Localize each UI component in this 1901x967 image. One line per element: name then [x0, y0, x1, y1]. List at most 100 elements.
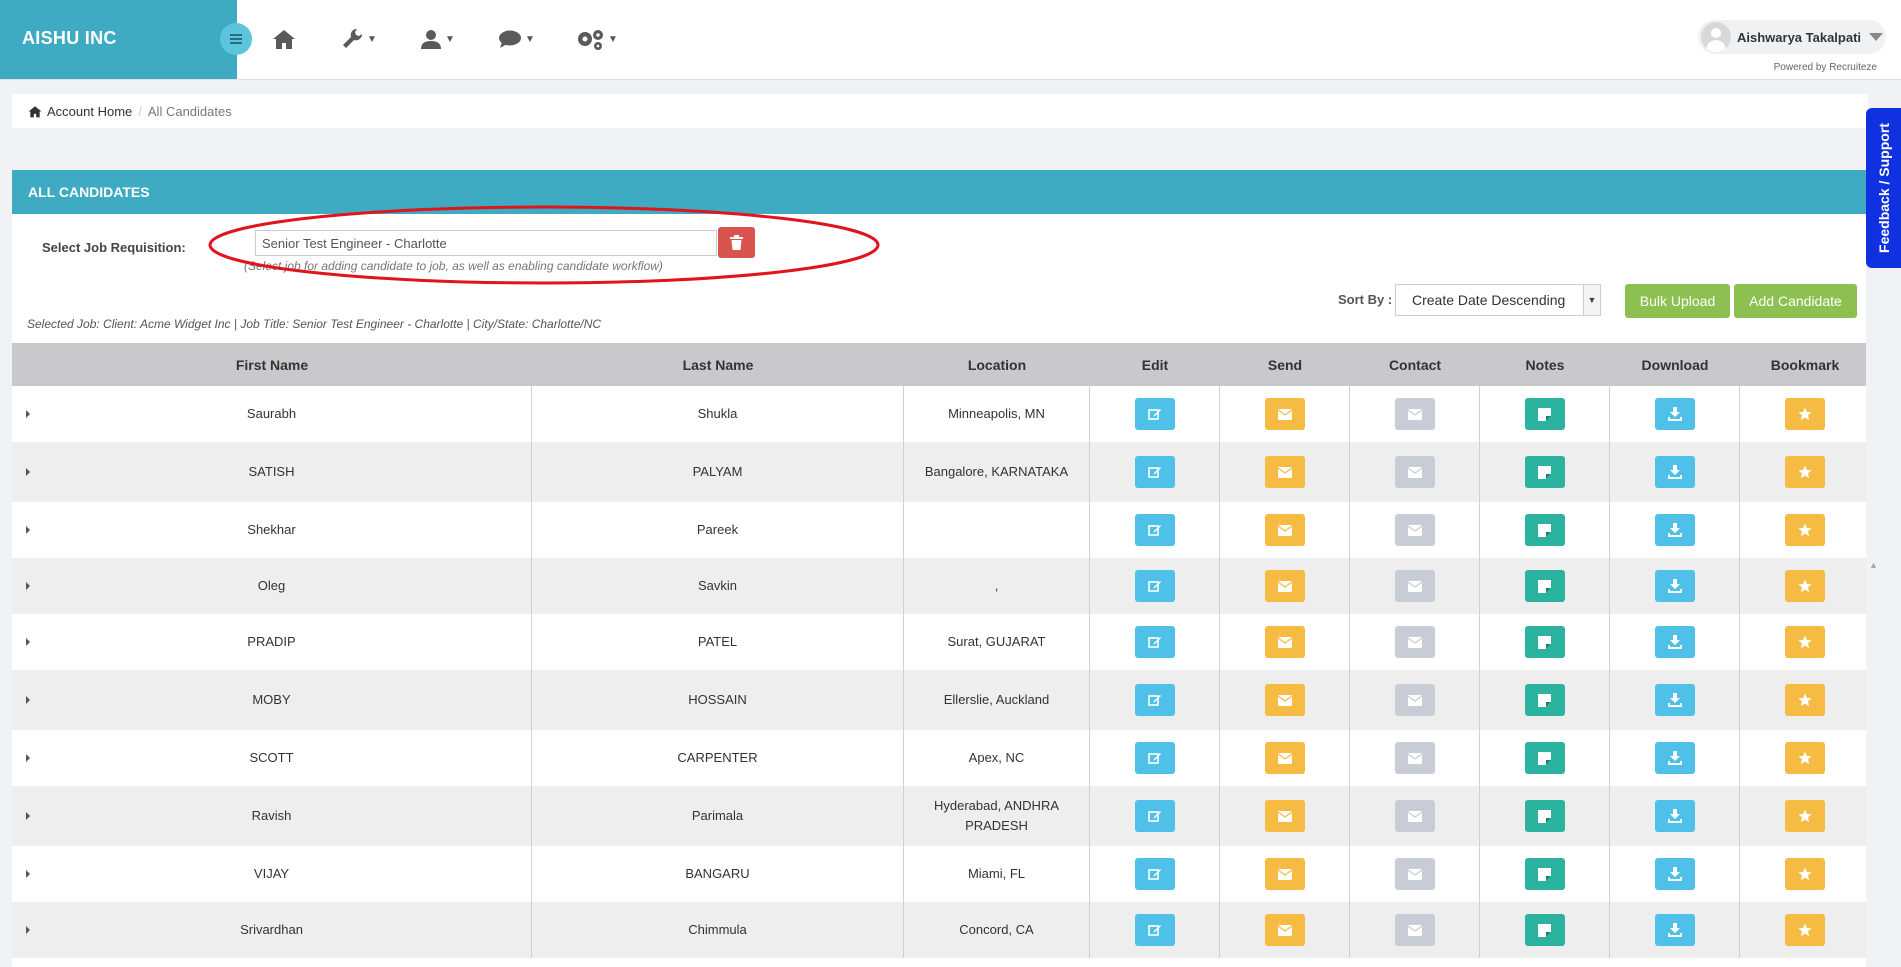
send-button[interactable]: [1264, 800, 1305, 832]
send-button[interactable]: [1264, 398, 1305, 430]
contact-button[interactable]: [1394, 684, 1435, 716]
notes-button[interactable]: [1524, 570, 1565, 602]
cell-download: [1610, 902, 1740, 958]
user-menu[interactable]: Aishwarya Takalpati: [1698, 20, 1886, 54]
bookmark-button[interactable]: [1785, 626, 1825, 658]
notes-button[interactable]: [1524, 914, 1565, 946]
download-button[interactable]: [1654, 742, 1695, 774]
sidebar-toggle-button[interactable]: [220, 23, 252, 55]
table-row[interactable]: SCOTT CARPENTER Apex, NC: [12, 730, 1866, 786]
download-button[interactable]: [1654, 570, 1695, 602]
edit-button[interactable]: [1134, 858, 1175, 890]
download-button[interactable]: [1654, 398, 1695, 430]
contact-button[interactable]: [1394, 858, 1435, 890]
bookmark-button[interactable]: [1785, 514, 1825, 546]
bookmark-button[interactable]: [1785, 684, 1825, 716]
contact-button[interactable]: [1394, 914, 1435, 946]
send-button[interactable]: [1264, 514, 1305, 546]
table-row[interactable]: PRADIP PATEL Surat, GUJARAT: [12, 614, 1866, 670]
bulk-upload-button[interactable]: Bulk Upload: [1625, 284, 1730, 318]
feedback-support-tab[interactable]: Feedback / Support: [1866, 108, 1901, 268]
contact-button[interactable]: [1394, 514, 1435, 546]
edit-button[interactable]: [1134, 514, 1175, 546]
send-button[interactable]: [1264, 456, 1305, 488]
contact-button[interactable]: [1394, 626, 1435, 658]
column-header-location[interactable]: Location: [904, 343, 1090, 386]
column-header-notes: Notes: [1525, 356, 1565, 373]
add-candidate-button[interactable]: Add Candidate: [1734, 284, 1857, 318]
table-row[interactable]: Saurabh Shukla Minneapolis, MN: [12, 386, 1866, 442]
notes-button[interactable]: [1524, 514, 1565, 546]
contact-button[interactable]: [1394, 398, 1435, 430]
edit-button[interactable]: [1134, 570, 1175, 602]
edit-button[interactable]: [1134, 626, 1175, 658]
edit-button[interactable]: [1134, 398, 1175, 430]
nav-settings-menu[interactable]: ▼: [575, 24, 618, 54]
send-button[interactable]: [1264, 914, 1305, 946]
nav-messages-menu[interactable]: ▼: [498, 24, 535, 54]
breadcrumb-current: All Candidates: [147, 103, 232, 119]
cell-download: [1610, 386, 1740, 442]
table-row[interactable]: Ravish Parimala Hyderabad, ANDHRA PRADESH: [12, 786, 1866, 846]
notes-button[interactable]: [1524, 398, 1565, 430]
download-button[interactable]: [1654, 914, 1695, 946]
selected-job-info: Selected Job: Client: Acme Widget Inc | …: [27, 317, 602, 331]
send-button[interactable]: [1264, 742, 1305, 774]
bookmark-button[interactable]: [1785, 858, 1825, 890]
notes-button[interactable]: [1524, 626, 1565, 658]
table-row[interactable]: VIJAY BANGARU Miami, FL: [12, 846, 1866, 902]
table-row[interactable]: Oleg Savkin,: [12, 558, 1866, 614]
download-button[interactable]: [1654, 800, 1695, 832]
download-button[interactable]: [1654, 456, 1695, 488]
brand-logo[interactable]: AISHU INC: [22, 28, 117, 49]
notes-button[interactable]: [1524, 742, 1565, 774]
send-button[interactable]: [1264, 858, 1305, 890]
column-header-last-name[interactable]: Last Name: [532, 343, 904, 386]
scroll-up-icon[interactable]: ▲: [1869, 560, 1878, 570]
table-row[interactable]: Shekhar Pareek: [12, 502, 1866, 558]
notes-button[interactable]: [1524, 800, 1565, 832]
send-button[interactable]: [1264, 684, 1305, 716]
contact-button[interactable]: [1394, 570, 1435, 602]
bookmark-button[interactable]: [1785, 800, 1825, 832]
contact-button[interactable]: [1394, 800, 1435, 832]
notes-button[interactable]: [1524, 456, 1565, 488]
send-button[interactable]: [1264, 570, 1305, 602]
bookmark-button[interactable]: [1785, 914, 1825, 946]
download-icon: [1667, 809, 1682, 823]
sort-by-select[interactable]: Create Date Descending ▼: [1395, 284, 1601, 316]
edit-button[interactable]: [1134, 742, 1175, 774]
column-header-first-name[interactable]: First Name: [12, 343, 532, 386]
download-button[interactable]: [1654, 626, 1695, 658]
notes-button[interactable]: [1524, 684, 1565, 716]
download-button[interactable]: [1654, 514, 1695, 546]
edit-button[interactable]: [1134, 456, 1175, 488]
edit-icon: [1147, 581, 1161, 592]
nav-user-menu[interactable]: ▼: [420, 24, 455, 54]
download-button[interactable]: [1654, 684, 1695, 716]
bookmark-button[interactable]: [1785, 570, 1825, 602]
edit-button[interactable]: [1134, 800, 1175, 832]
bookmark-button[interactable]: [1785, 398, 1825, 430]
bookmark-button[interactable]: [1785, 742, 1825, 774]
nav-tools-menu[interactable]: ▼: [342, 24, 377, 54]
download-button[interactable]: [1654, 858, 1695, 890]
contact-button[interactable]: [1394, 456, 1435, 488]
cell-contact: [1350, 558, 1480, 614]
table-row[interactable]: MOBY HOSSAIN Ellerslie, Auckland: [12, 670, 1866, 730]
avatar: [1701, 22, 1731, 52]
cell-edit: [1090, 670, 1220, 730]
nav-home[interactable]: [272, 24, 296, 54]
table-row[interactable]: Srivardhan Chimmula Concord, CA: [12, 902, 1866, 958]
cell-contact: [1350, 846, 1480, 902]
edit-button[interactable]: [1134, 914, 1175, 946]
edit-button[interactable]: [1134, 684, 1175, 716]
cell-contact: [1350, 386, 1480, 442]
notes-button[interactable]: [1524, 858, 1565, 890]
table-row[interactable]: SATISH PALYAM Bangalore, KARNATAKA: [12, 442, 1866, 502]
feedback-support-label: Feedback / Support: [1875, 123, 1892, 253]
send-button[interactable]: [1264, 626, 1305, 658]
breadcrumb-home-link[interactable]: Account Home: [28, 104, 132, 119]
contact-button[interactable]: [1394, 742, 1435, 774]
bookmark-button[interactable]: [1785, 456, 1825, 488]
